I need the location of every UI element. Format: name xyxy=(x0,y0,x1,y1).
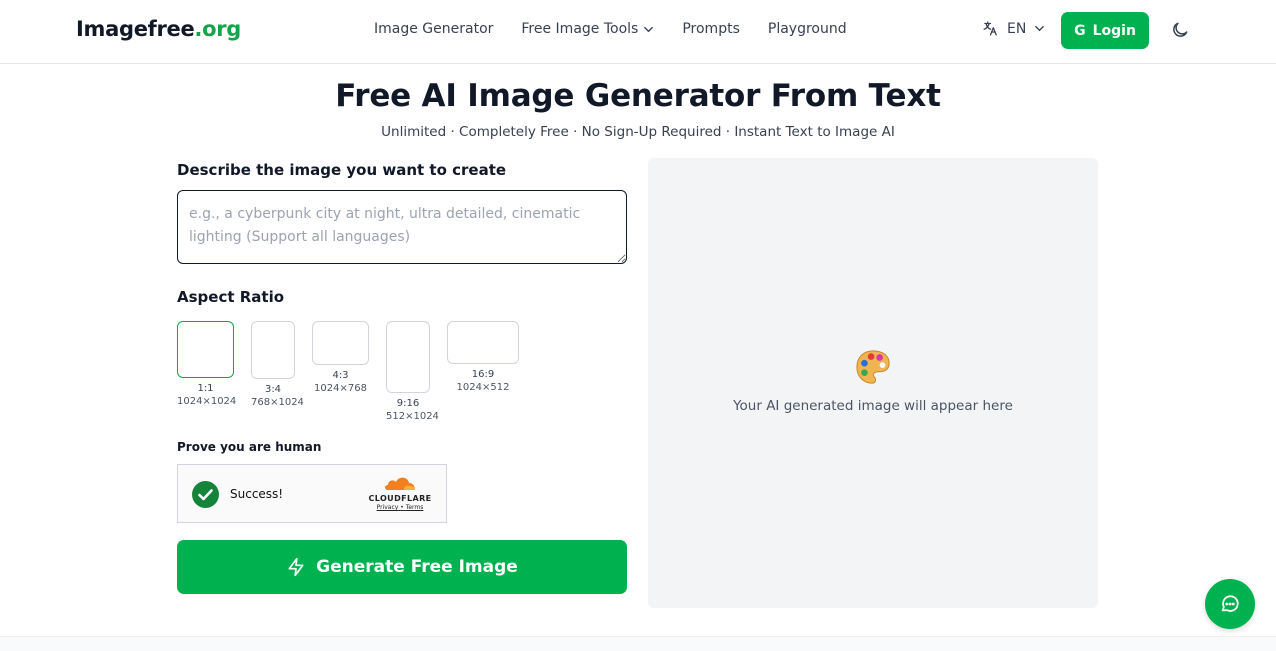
ratio-name: 1:1 xyxy=(197,383,214,394)
moon-icon[interactable] xyxy=(1170,20,1190,40)
page-subtitle: Unlimited · Completely Free · No Sign-Up… xyxy=(381,124,895,140)
chevron-down-icon xyxy=(1035,25,1045,32)
link-separator: • xyxy=(400,504,404,511)
privacy-link[interactable]: Privacy xyxy=(377,504,399,511)
success-check-icon xyxy=(192,481,219,508)
cloudflare-logo: CLOUDFLARE Privacy • Terms xyxy=(364,475,436,511)
ratio-name: 9:16 xyxy=(396,398,420,409)
nav-label: Free Image Tools xyxy=(521,21,639,37)
ratio-dims: 1024×768 xyxy=(314,383,367,394)
ratio-box xyxy=(251,321,295,379)
generate-label: Generate Free Image xyxy=(316,557,518,577)
login-button[interactable]: G Login xyxy=(1061,12,1149,49)
ratio-dims: 1024×1024 xyxy=(177,396,237,407)
palette-icon xyxy=(856,350,890,384)
captcha-status: Success! xyxy=(230,487,284,501)
main-nav: Image Generator Free Image Tools Prompts… xyxy=(374,21,875,37)
chevron-down-icon xyxy=(644,26,654,32)
ratio-option-1-1[interactable]: 1:1 1024×1024 xyxy=(177,321,237,408)
human-verification-label: Prove you are human xyxy=(177,440,322,454)
nav-label: Prompts xyxy=(682,21,740,37)
translate-icon xyxy=(983,21,997,36)
ratio-box xyxy=(177,321,234,378)
lightning-icon xyxy=(288,557,304,577)
ratio-option-3-4[interactable]: 3:4 768×1024 xyxy=(251,321,304,409)
ratio-option-9-16[interactable]: 9:16 512×1024 xyxy=(386,321,439,423)
language-selector[interactable]: EN xyxy=(982,20,1045,37)
ratio-name: 4:3 xyxy=(332,370,349,381)
ratio-box xyxy=(312,321,369,365)
cloud-icon xyxy=(385,477,415,490)
login-label: Login xyxy=(1092,22,1136,39)
cloudflare-brand: CLOUDFLARE xyxy=(368,494,432,503)
turnstile-widget[interactable]: Success! CLOUDFLARE Privacy • Terms xyxy=(177,464,447,523)
ratio-box xyxy=(447,321,519,364)
google-icon: G xyxy=(1074,22,1086,39)
aspect-ratio-label: Aspect Ratio xyxy=(177,288,285,306)
ratio-dims: 512×1024 xyxy=(386,411,439,422)
chat-button[interactable] xyxy=(1205,579,1255,629)
generate-button[interactable]: Generate Free Image xyxy=(177,540,627,594)
ratio-dims: 1024×512 xyxy=(456,382,510,393)
language-code: EN xyxy=(1007,20,1027,37)
nav-label: Image Generator xyxy=(374,21,494,37)
preview-placeholder-text: Your AI generated image will appear here xyxy=(733,398,1013,414)
nav-image-generator[interactable]: Image Generator xyxy=(374,21,493,37)
nav-free-image-tools[interactable]: Free Image Tools xyxy=(521,21,654,37)
footer-strip xyxy=(0,636,1276,651)
site-logo[interactable]: Imagefree.org xyxy=(76,17,241,41)
ratio-dims: 768×1024 xyxy=(251,397,304,408)
terms-link[interactable]: Terms xyxy=(406,504,424,511)
nav-playground[interactable]: Playground xyxy=(768,21,847,37)
site-header: Imagefree.org Image Generator Free Image… xyxy=(0,0,1276,64)
prompt-input[interactable] xyxy=(177,190,627,264)
nav-prompts[interactable]: Prompts xyxy=(682,21,740,37)
ratio-name: 3:4 xyxy=(264,384,282,395)
image-preview-panel: Your AI generated image will appear here xyxy=(648,158,1098,608)
logo-main: Imagefree xyxy=(76,17,195,41)
nav-label: Playground xyxy=(767,21,847,37)
prompt-label: Describe the image you want to create xyxy=(177,161,507,179)
ratio-option-16-9[interactable]: 16:9 1024×512 xyxy=(447,321,519,394)
chat-icon xyxy=(1221,595,1239,612)
page-title: Free AI Image Generator From Text xyxy=(335,78,941,114)
logo-tld: .org xyxy=(194,17,242,41)
ratio-option-4-3[interactable]: 4:3 1024×768 xyxy=(312,321,369,395)
ratio-name: 16:9 xyxy=(471,369,495,380)
ratio-box xyxy=(386,321,430,393)
